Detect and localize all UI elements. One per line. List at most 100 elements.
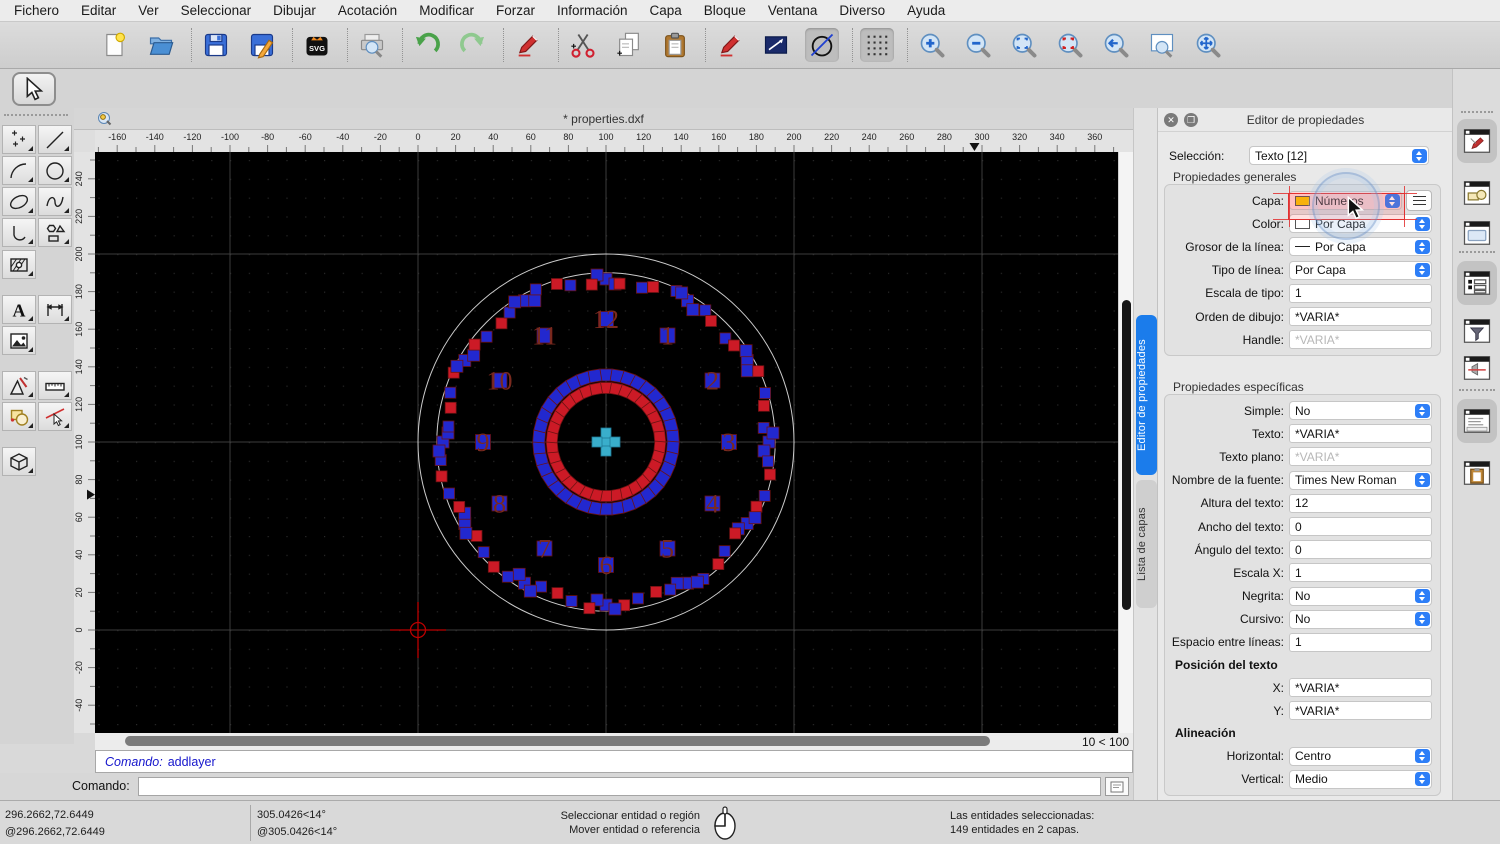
menu-editar[interactable]: Editar (81, 3, 116, 18)
block-list-dock-icon[interactable] (1457, 171, 1497, 215)
selection-combobox[interactable]: Texto [12] (1249, 146, 1429, 165)
stepper-icon[interactable] (1415, 263, 1430, 277)
property-editor-dock-icon[interactable] (1457, 119, 1497, 163)
draw-pencil-button[interactable] (713, 28, 747, 62)
document-tab-bar[interactable]: * properties.dxf (74, 108, 1133, 130)
menu-capa[interactable]: Capa (650, 3, 682, 18)
points-tool-button[interactable] (2, 125, 36, 154)
negrita-combobox[interactable]: No (1289, 587, 1432, 606)
paste-button[interactable] (658, 28, 692, 62)
menu-fichero[interactable]: Fichero (14, 3, 59, 18)
vertical-scrollbar[interactable] (1118, 152, 1133, 733)
orden-dibujo-field[interactable]: *VARIA* (1289, 307, 1432, 326)
layer-list-dock-icon[interactable] (1457, 261, 1497, 305)
box3d-tool-button[interactable] (2, 447, 36, 476)
stepper-icon[interactable] (1415, 404, 1430, 418)
command-widget-dock-icon[interactable] (1457, 211, 1497, 255)
pos-x-field[interactable]: *VARIA* (1289, 678, 1432, 697)
horizontal-combobox[interactable]: Centro (1289, 747, 1432, 766)
clipboard-dock-icon[interactable] (1457, 451, 1497, 495)
menu-seleccionar[interactable]: Seleccionar (181, 3, 252, 18)
zoom-selected-button[interactable] (1053, 28, 1087, 62)
zoom-window-button[interactable] (1145, 28, 1179, 62)
edit-entity-button[interactable] (511, 28, 545, 62)
grid-toggle-button[interactable] (860, 28, 894, 62)
polygon-tool-button[interactable] (38, 218, 72, 247)
simple-combobox[interactable]: No (1289, 401, 1432, 420)
zoom-out-button[interactable] (961, 28, 995, 62)
text-tool-button[interactable]: A (2, 295, 36, 324)
angulo-texto-field[interactable]: 0 (1289, 540, 1432, 559)
menu-forzar[interactable]: Forzar (496, 3, 535, 18)
open-file-button[interactable] (144, 28, 178, 62)
drawing-canvas[interactable]: 123456789101112 (95, 152, 1118, 733)
escala-tipo-field[interactable]: 1 (1289, 284, 1432, 303)
selection-arrow-button[interactable] (12, 72, 56, 106)
cursivo-combobox[interactable]: No (1289, 610, 1432, 629)
drafting-tool-button[interactable] (2, 371, 36, 400)
vertical-scrollbar-thumb[interactable] (1122, 300, 1131, 610)
vertical-combobox[interactable]: Medio (1289, 770, 1432, 789)
save-file-as-button[interactable] (245, 28, 279, 62)
save-file-button[interactable] (199, 28, 233, 62)
menu-dibujar[interactable]: Dibujar (273, 3, 316, 18)
arc-tool-button[interactable] (2, 156, 36, 185)
command-history-dock-icon[interactable] (1457, 399, 1497, 443)
menu-ver[interactable]: Ver (138, 3, 158, 18)
modify-tool-button[interactable] (2, 402, 36, 431)
horizontal-scrollbar-thumb[interactable] (125, 736, 990, 746)
dimension-tool-button[interactable] (38, 295, 72, 324)
ellipse-tool-button[interactable] (2, 187, 36, 216)
tipo-linea-combobox[interactable]: Por Capa (1289, 261, 1432, 280)
line-draft-button[interactable] (759, 28, 793, 62)
undo-button[interactable] (410, 28, 444, 62)
polyline-tool-button[interactable] (2, 218, 36, 247)
image-tool-button[interactable] (2, 326, 36, 355)
side-tab-layer-list[interactable]: Lista de capas (1136, 480, 1157, 608)
new-file-button[interactable] (98, 28, 132, 62)
horizontal-scrollbar[interactable] (95, 733, 1075, 750)
pos-y-field[interactable]: *VARIA* (1289, 701, 1432, 720)
menu-ayuda[interactable]: Ayuda (907, 3, 945, 18)
stepper-icon[interactable] (1415, 240, 1430, 254)
menu-ventana[interactable]: Ventana (768, 3, 818, 18)
svg-export-button[interactable]: SVG (300, 28, 334, 62)
menu-bloque[interactable]: Bloque (704, 3, 746, 18)
block-explode-dock-icon[interactable] (1457, 346, 1497, 390)
texto-field[interactable]: *VARIA* (1289, 424, 1432, 443)
measure-tool-button[interactable] (38, 371, 72, 400)
line-tool-button[interactable] (38, 125, 72, 154)
cut-button[interactable] (566, 28, 600, 62)
menu-modificar[interactable]: Modificar (419, 3, 474, 18)
redo-button[interactable] (456, 28, 490, 62)
zoom-auto-button[interactable] (1007, 28, 1041, 62)
altura-texto-field[interactable]: 12 (1289, 494, 1432, 513)
command-input[interactable] (138, 777, 1101, 796)
print-preview-button[interactable] (355, 28, 389, 62)
hatch-tool-button[interactable] (2, 250, 36, 279)
fuente-combobox[interactable]: Times New Roman (1289, 471, 1432, 490)
texto-plano-field[interactable]: *VARIA* (1289, 447, 1432, 466)
zoom-pan-button[interactable] (1191, 28, 1225, 62)
espacio-lineas-field[interactable]: 1 (1289, 633, 1432, 652)
menu-informacion[interactable]: Información (557, 3, 628, 18)
stepper-icon[interactable] (1415, 589, 1430, 603)
stepper-icon[interactable] (1415, 749, 1430, 763)
menu-diverso[interactable]: Diverso (839, 3, 885, 18)
handle-field[interactable]: *VARIA* (1289, 330, 1432, 349)
deselect-tool-button[interactable] (38, 402, 72, 431)
grosor-combobox[interactable]: Por Capa (1289, 237, 1432, 256)
circle-draft-button[interactable] (805, 28, 839, 62)
stepper-icon[interactable] (1412, 149, 1427, 163)
stepper-icon[interactable] (1415, 473, 1430, 487)
command-expand-button[interactable] (1105, 777, 1129, 796)
stepper-icon[interactable] (1415, 612, 1430, 626)
copy-button[interactable] (612, 28, 646, 62)
zoom-previous-button[interactable] (1099, 28, 1133, 62)
menu-acotacion[interactable]: Acotación (338, 3, 397, 18)
circle-tool-button[interactable] (38, 156, 72, 185)
side-tab-property-editor[interactable]: Editor de propiedades (1136, 315, 1157, 475)
ancho-texto-field[interactable]: 0 (1289, 517, 1432, 536)
escala-x-field[interactable]: 1 (1289, 563, 1432, 582)
spline-tool-button[interactable] (38, 187, 72, 216)
